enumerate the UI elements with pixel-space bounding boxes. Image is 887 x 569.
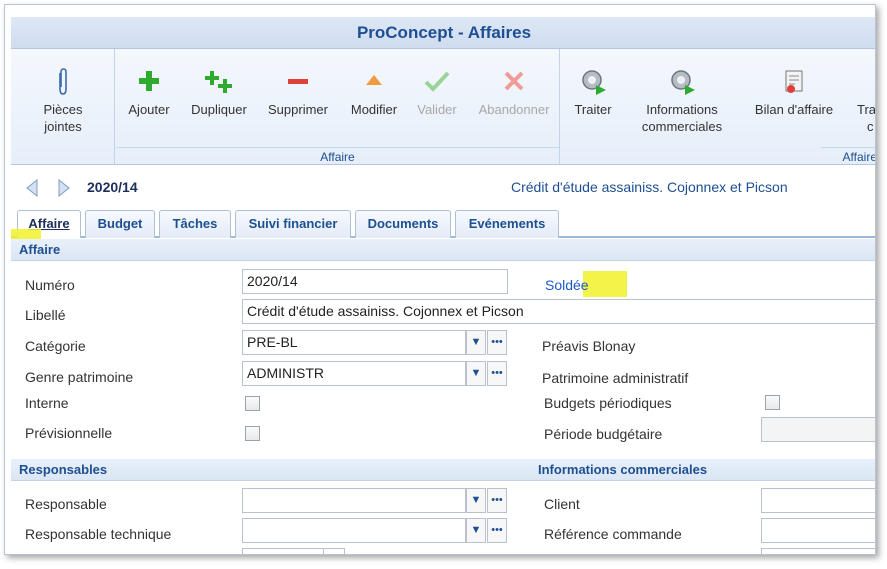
responsable-technique-label: Responsable technique	[25, 526, 172, 542]
budgets-periodiques-checkbox[interactable]	[765, 395, 780, 410]
record-title: Crédit d'étude assainiss. Cojonnex et Pi…	[511, 179, 788, 195]
tab-evenements[interactable]: Evénements	[455, 210, 559, 238]
abandon-label: Abandonner	[478, 102, 550, 117]
duplicate-button[interactable]: Dupliquer	[186, 67, 252, 118]
interne-label: Interne	[25, 395, 69, 411]
reference-commande-label: Référence commande	[544, 526, 682, 542]
ribbon-group-label-affaire-2: Affaire	[821, 147, 875, 165]
process-button[interactable]: Traiter	[565, 67, 621, 118]
plus-icon	[120, 67, 178, 97]
paperclip-icon	[23, 67, 103, 97]
tab-documents[interactable]: Documents	[355, 210, 451, 238]
interne-checkbox[interactable]	[245, 396, 260, 411]
minus-icon	[264, 67, 332, 97]
numero-label: Numéro	[25, 277, 75, 293]
ribbon-group-affaire: Ajouter Dupliquer Supprimer Modifier Val…	[116, 49, 560, 165]
next-row-field[interactable]	[242, 548, 324, 554]
categorie-dropdown-icon[interactable]: ▼	[466, 330, 486, 355]
responsable-technique-field[interactable]	[242, 518, 466, 543]
tab-bar: Affaire Budget Tâches Suivi financier Do…	[11, 210, 875, 238]
periode-budgetaire-label: Période budgétaire	[544, 426, 663, 442]
check-icon	[410, 67, 464, 97]
add-button[interactable]: Ajouter	[120, 67, 178, 118]
highlight-mark	[583, 271, 627, 297]
project-report-label: Bilan d'affaire	[754, 102, 834, 117]
responsable-technique-more-icon[interactable]: •••	[487, 518, 507, 543]
responsable-technique-dropdown-icon[interactable]: ▼	[466, 518, 486, 543]
modify-label: Modifier	[350, 102, 398, 117]
duplicate-label: Dupliquer	[191, 102, 247, 117]
commercial-info-button[interactable]: Informations commerciales	[635, 67, 729, 135]
record-number: 2020/14	[87, 179, 138, 195]
application-window: ProConcept - Affaires Pièces jointes Ajo…	[4, 4, 876, 555]
previsionnelle-label: Prévisionnelle	[25, 425, 113, 441]
ribbon-group-label-affaire: Affaire	[116, 147, 559, 165]
categorie-description: Préavis Blonay	[542, 338, 636, 354]
categorie-label: Catégorie	[25, 338, 86, 354]
add-label: Ajouter	[128, 102, 170, 117]
x-icon	[472, 67, 556, 97]
genre-description: Patrimoine administratif	[542, 370, 689, 386]
budgets-periodiques-label: Budgets périodiques	[544, 395, 672, 411]
validate-label: Valider	[417, 102, 457, 117]
genre-field[interactable]: ADMINISTR	[242, 361, 466, 386]
tab-budget[interactable]: Budget	[85, 210, 155, 238]
section-responsables-bar	[11, 459, 875, 481]
truncated-label-1: Tra	[857, 102, 876, 117]
next-row-field-part[interactable]	[323, 548, 345, 554]
project-report-button[interactable]: Bilan d'affaire	[747, 67, 841, 118]
section-affaire-bar	[11, 239, 875, 261]
responsable-label: Responsable	[25, 496, 107, 512]
attachments-label-2: jointes	[44, 119, 82, 134]
tab-suivi-financier[interactable]: Suivi financier	[235, 210, 351, 238]
reference-commande-field[interactable]	[761, 518, 875, 543]
section-affaire-header: Affaire	[19, 242, 61, 257]
categorie-field[interactable]: PRE-BL	[242, 330, 466, 355]
delete-button[interactable]: Supprimer	[264, 67, 332, 118]
previsionnelle-checkbox[interactable]	[245, 426, 260, 441]
process-gear-icon	[565, 67, 621, 97]
genre-label: Genre patrimoine	[25, 369, 134, 385]
truncated-icon	[857, 67, 875, 97]
section-info-commerciales-header: Informations commerciales	[538, 462, 708, 477]
previous-record-icon[interactable]	[25, 178, 39, 198]
ribbon-group-attachments: Pièces jointes	[11, 49, 115, 165]
attachments-label-1: Pièces	[43, 102, 83, 117]
libelle-label: Libellé	[25, 307, 66, 323]
ribbon-toolbar: Pièces jointes Ajouter Dupliquer Supprim…	[11, 49, 876, 165]
next-row-right-field[interactable]	[761, 548, 875, 554]
numero-field[interactable]: 2020/14	[242, 269, 508, 294]
genre-dropdown-icon[interactable]: ▼	[466, 361, 486, 386]
truncated-button[interactable]: Tra c	[857, 67, 876, 135]
responsable-field[interactable]	[242, 488, 466, 513]
tab-taches[interactable]: Tâches	[159, 210, 231, 238]
section-responsables-header: Responsables	[19, 462, 108, 477]
duplicate-icon	[186, 67, 252, 97]
client-label: Client	[544, 496, 580, 512]
ribbon-group-affaire-actions: Traiter Informations commerciales Bilan …	[561, 49, 876, 165]
validate-button[interactable]: Valider	[410, 67, 464, 118]
truncated-label-2: c	[867, 119, 874, 134]
process-label: Traiter	[574, 102, 612, 117]
modify-button[interactable]: Modifier	[344, 67, 404, 118]
libelle-field[interactable]: Crédit d'étude assainiss. Cojonnex et Pi…	[242, 299, 875, 324]
status-link[interactable]: Soldée	[545, 277, 589, 293]
modify-icon	[344, 67, 404, 97]
window-title: ProConcept - Affaires	[11, 17, 875, 49]
attachments-button[interactable]: Pièces jointes	[23, 67, 103, 135]
responsable-more-icon[interactable]: •••	[487, 488, 507, 513]
categorie-more-icon[interactable]: •••	[487, 330, 507, 355]
abandon-button[interactable]: Abandonner	[472, 67, 556, 118]
delete-label: Supprimer	[268, 102, 328, 117]
next-record-icon[interactable]	[57, 178, 71, 198]
report-icon	[747, 67, 841, 97]
record-navigation: 2020/14 Crédit d'étude assainiss. Cojonn…	[11, 167, 875, 207]
commercial-info-label-2: commerciales	[641, 119, 723, 134]
responsable-dropdown-icon[interactable]: ▼	[466, 488, 486, 513]
genre-more-icon[interactable]: •••	[487, 361, 507, 386]
commercial-info-label-1: Informations	[646, 102, 718, 117]
periode-budgetaire-field[interactable]	[761, 417, 875, 442]
info-gear-icon	[635, 67, 729, 97]
client-field[interactable]	[761, 488, 875, 513]
